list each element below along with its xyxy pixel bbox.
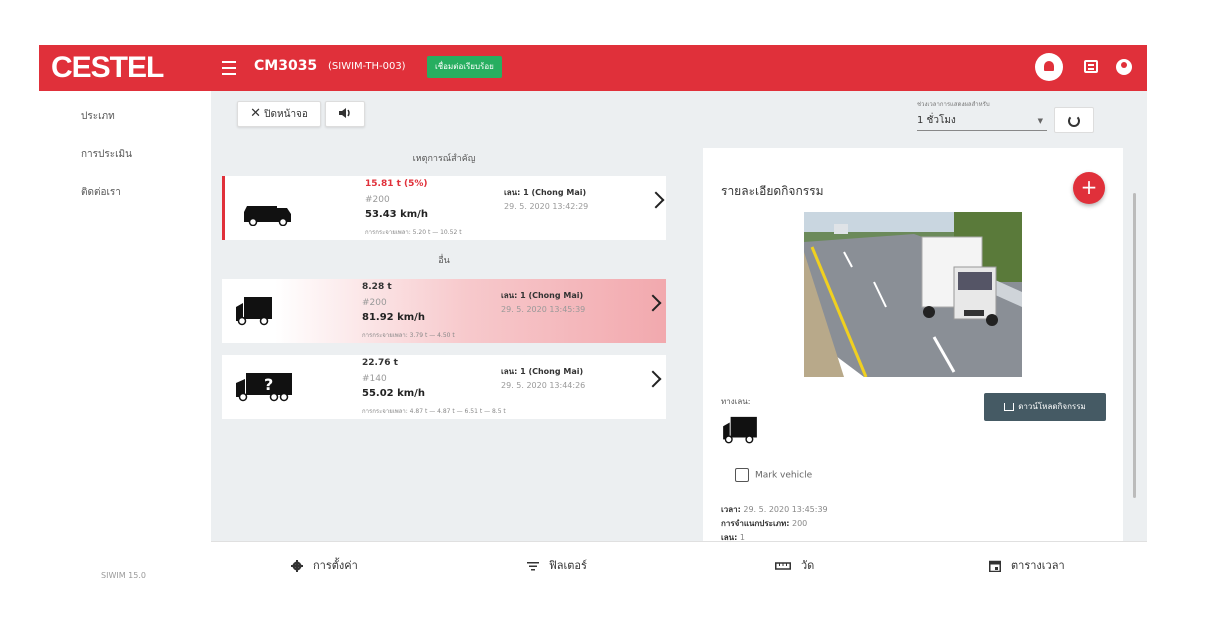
truck-icon — [236, 297, 272, 326]
chevron-right-icon — [644, 370, 662, 388]
event-weight: 8.28 t — [362, 282, 392, 292]
vehicle-type-label: ทางเลน: — [721, 397, 751, 406]
event-lane: เลน: 1 (Chong Mai) — [501, 291, 584, 300]
add-button[interactable]: + — [1073, 172, 1105, 204]
sound-button[interactable] — [325, 101, 365, 127]
event-speed: 53.43 km/h — [365, 209, 428, 220]
close-screen-button[interactable]: ✕ ปิดหน้าจอ — [237, 101, 321, 127]
cestel-logo: CESTEL — [51, 51, 164, 84]
detail-class: การจำแนกประเภท: 200 — [721, 519, 808, 528]
chat-icon[interactable] — [1084, 60, 1098, 73]
event-time: 29. 5. 2020 13:42:29 — [504, 202, 589, 211]
vehicle-photo[interactable] — [804, 212, 1022, 377]
settings-button[interactable]: การตั้งค่า — [291, 556, 358, 574]
mark-vehicle-checkbox[interactable]: Mark vehicle — [735, 468, 812, 482]
filter-icon — [527, 562, 539, 571]
time-range-select[interactable]: 1 ชั่วโมง ▼ — [917, 111, 1047, 131]
event-card[interactable]: ? 22.76 t #140 55.02 km/h การกระจายเพลา:… — [222, 355, 666, 419]
sidebar-item-contact[interactable]: ติดต่อเรา — [81, 185, 121, 200]
bottom-nav: การตั้งค่า ฟิลเตอร์ วัด ตารางเวลา — [211, 541, 1147, 586]
calendar-icon — [989, 560, 1001, 572]
event-time: 29. 5. 2020 13:45:39 — [501, 305, 586, 314]
account-icon[interactable] — [1116, 59, 1132, 75]
main-content: ✕ ปิดหน้าจอ ช่วงเวลาการแสดงผลสำหรับ 1 ชั… — [211, 91, 1147, 541]
event-class: #200 — [365, 195, 390, 205]
speaker-icon — [339, 108, 350, 118]
section-important-title: เหตุการณ์สำคัญ — [412, 154, 476, 164]
event-axles: การกระจายเพลา: 3.79 t — 4.50 t — [362, 332, 455, 339]
detail-lane: เลน: 1 — [721, 533, 745, 541]
refresh-icon — [1068, 115, 1080, 127]
chevron-right-icon — [644, 294, 662, 312]
detail-title: รายละเอียดกิจกรรม — [721, 184, 824, 198]
event-card[interactable]: 8.28 t #200 81.92 km/h การกระจายเพลา: 3.… — [222, 279, 666, 343]
event-detail-panel: รายละเอียดกิจกรรม + ทางเลน: ดาวน์โหลดกิจ… — [703, 148, 1123, 541]
event-axles: การกระจายเพลา: 5.20 t — 10.52 t — [365, 229, 462, 236]
chevron-right-icon — [647, 191, 665, 209]
header-bar: CESTEL CM3035 (SIWIM-TH-003) เชื่อมต่อเร… — [39, 45, 1147, 91]
gear-icon — [291, 560, 303, 572]
dropdown-caret-icon: ▼ — [1037, 117, 1043, 125]
van-icon — [244, 206, 291, 226]
device-name: CM3035 — [254, 58, 318, 74]
truck-icon — [723, 416, 757, 444]
version-label: SIWIM 15.0 — [101, 571, 146, 580]
detail-scrollbar[interactable] — [1133, 193, 1136, 498]
filter-button[interactable]: ฟิลเตอร์ — [527, 556, 587, 574]
event-lane: เลน: 1 (Chong Mai) — [504, 188, 587, 197]
schedule-button[interactable]: ตารางเวลา — [989, 556, 1065, 574]
sidebar-item-type[interactable]: ประเภท — [81, 109, 115, 124]
svg-text:?: ? — [264, 375, 273, 394]
notification-bell-icon[interactable] — [1035, 53, 1063, 81]
plus-icon: + — [1080, 175, 1098, 199]
section-other-title: อื่น — [438, 256, 450, 266]
sidebar-item-evaluation[interactable]: การประเมิน — [81, 147, 132, 162]
sidebar: ประเภท การประเมิน ติดต่อเรา SIWIM 15.0 — [39, 91, 211, 586]
close-icon: ✕ — [250, 106, 261, 121]
event-lane: เลน: 1 (Chong Mai) — [501, 367, 584, 376]
download-icon — [1004, 402, 1015, 411]
menu-icon[interactable] — [219, 57, 239, 79]
event-card[interactable]: 15.81 t (5%) #200 53.43 km/h การกระจายเพ… — [222, 176, 666, 240]
event-class: #200 — [362, 298, 387, 308]
unknown-truck-icon: ? — [236, 373, 292, 402]
detail-time: เวลา: 29. 5. 2020 13:45:39 — [721, 505, 828, 514]
refresh-button[interactable] — [1054, 107, 1094, 133]
event-weight: 22.76 t — [362, 358, 398, 368]
connection-status-badge: เชื่อมต่อเรียบร้อย — [427, 56, 502, 78]
event-class: #140 — [362, 374, 387, 384]
event-speed: 55.02 km/h — [362, 388, 425, 399]
download-event-button[interactable]: ดาวน์โหลดกิจกรรม — [984, 393, 1106, 421]
checkbox-icon — [735, 468, 749, 482]
event-speed: 81.92 km/h — [362, 312, 425, 323]
measure-button[interactable]: วัด — [775, 556, 814, 574]
ruler-icon — [775, 562, 791, 570]
event-weight: 15.81 t (5%) — [365, 179, 428, 189]
time-range-label: ช่วงเวลาการแสดงผลสำหรับ — [917, 101, 990, 108]
device-id: (SIWIM-TH-003) — [328, 61, 406, 72]
event-time: 29. 5. 2020 13:44:26 — [501, 381, 586, 390]
event-axles: การกระจายเพลา: 4.87 t — 4.87 t — 6.51 t … — [362, 408, 506, 415]
app-window: CESTEL CM3035 (SIWIM-TH-003) เชื่อมต่อเร… — [39, 45, 1147, 586]
